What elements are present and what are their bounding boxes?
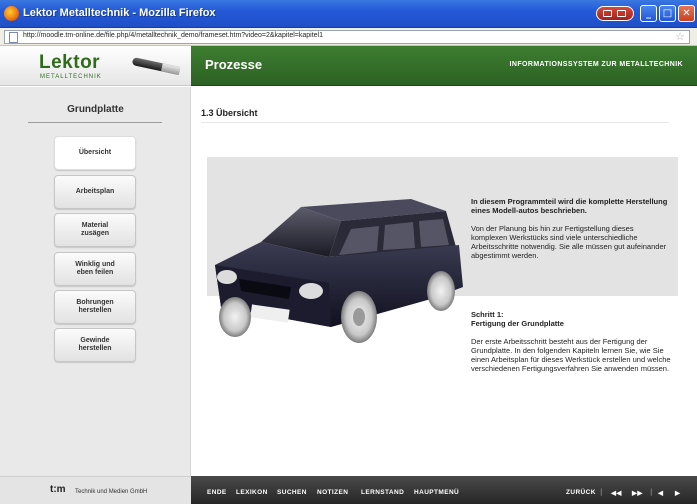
logo-subtitle: METALLTECHNIK — [40, 74, 102, 80]
footer-link-notizen[interactable]: NOTIZEN — [317, 489, 348, 496]
url-field[interactable]: http://moodle.tm-online.de/file.php/4/me… — [4, 30, 690, 44]
step-section: Schritt 1: Fertigung der Grundplatte Der… — [471, 310, 671, 373]
footer-link-ende[interactable]: ENDE — [207, 489, 227, 496]
main-content: 1.3 Übersicht In diesem Programmteil wir… — [191, 87, 697, 476]
step-body: Der erste Arbeitsschritt besteht aus der… — [471, 337, 671, 373]
system-title: INFORMATIONSSYSTEM ZUR METALLTECHNIK — [509, 61, 683, 68]
footer-brand: t:m Technik und Medien GmbH — [0, 476, 191, 504]
footer-nav: ENDE LEXIKON SUCHEN NOTIZEN LERNSTAND HA… — [191, 476, 697, 504]
nav-item-arbeitsplan[interactable]: Arbeitsplan — [54, 175, 136, 209]
maximize-button[interactable]: □ — [659, 5, 676, 22]
heading-divider — [201, 122, 669, 123]
tm-logo: t:m — [50, 484, 66, 495]
footer-link-suchen[interactable]: SUCHEN — [277, 489, 307, 496]
nav-item-bohrungen[interactable]: Bohrungen herstellen — [54, 290, 136, 324]
chapter-title: Grundplatte — [67, 104, 124, 115]
footer-separator: | — [650, 488, 653, 496]
last-page-icon[interactable]: ▶▶ — [632, 489, 643, 497]
prev-page-icon[interactable]: ◀ — [658, 489, 663, 497]
intro-bold: In diesem Programmteil wird die komplett… — [471, 197, 668, 215]
nav-item-uebersicht[interactable]: Übersicht — [54, 136, 136, 170]
address-bar: http://moodle.tm-online.de/file.php/4/me… — [0, 28, 697, 46]
section-title: Prozesse — [205, 57, 263, 72]
footer-separator: | — [600, 488, 603, 496]
window-title: Lektor Metalltechnik - Mozilla Firefox — [23, 7, 216, 19]
logo: Lektor — [39, 52, 101, 73]
minimize-button[interactable]: _ — [640, 5, 657, 22]
bookmark-star-icon[interactable]: ☆ — [675, 30, 685, 43]
nav-item-gewinde[interactable]: Gewinde herstellen — [54, 328, 136, 362]
step-title: Schritt 1: — [471, 310, 504, 319]
chapter-divider — [28, 122, 162, 123]
intro-body: Von der Planung bis hin zur Fertigstellu… — [471, 224, 667, 260]
logo-area: Lektor METALLTECHNIK — [0, 46, 191, 86]
sidebar: Grundplatte Übersicht Arbeitsplan Materi… — [0, 87, 191, 476]
nav-item-material-zusaegen[interactable]: Material zusägen — [54, 213, 136, 247]
url-text: http://moodle.tm-online.de/file.php/4/me… — [23, 32, 324, 39]
company-name: Technik und Medien GmbH — [75, 489, 148, 495]
step-subtitle: Fertigung der Grundplatte — [471, 319, 564, 328]
footer-link-hauptmenue[interactable]: HAUPTMENÜ — [414, 489, 459, 496]
model-car-image — [215, 199, 463, 343]
page-heading: 1.3 Übersicht — [201, 108, 258, 118]
window-titlebar: Lektor Metalltechnik - Mozilla Firefox _… — [0, 0, 697, 28]
tray-icon[interactable] — [596, 6, 634, 21]
close-button[interactable]: ✕ — [678, 5, 695, 22]
footer-link-lexikon[interactable]: LEXIKON — [236, 489, 268, 496]
firefox-icon — [4, 6, 19, 21]
intro-text: In diesem Programmteil wird die komplett… — [471, 197, 671, 269]
file-tool-icon — [131, 57, 181, 75]
footer-link-lernstand[interactable]: LERNSTAND — [361, 489, 404, 496]
next-page-icon[interactable]: ▶ — [675, 489, 680, 497]
back-button[interactable]: ZURÜCK — [566, 489, 596, 496]
first-page-icon[interactable]: ◀◀ — [611, 489, 622, 497]
header-bar: Prozesse INFORMATIONSSYSTEM ZUR METALLTE… — [191, 46, 697, 86]
nav-item-winklig-feilen[interactable]: Winklig und eben feilen — [54, 252, 136, 286]
page-icon — [9, 32, 18, 43]
